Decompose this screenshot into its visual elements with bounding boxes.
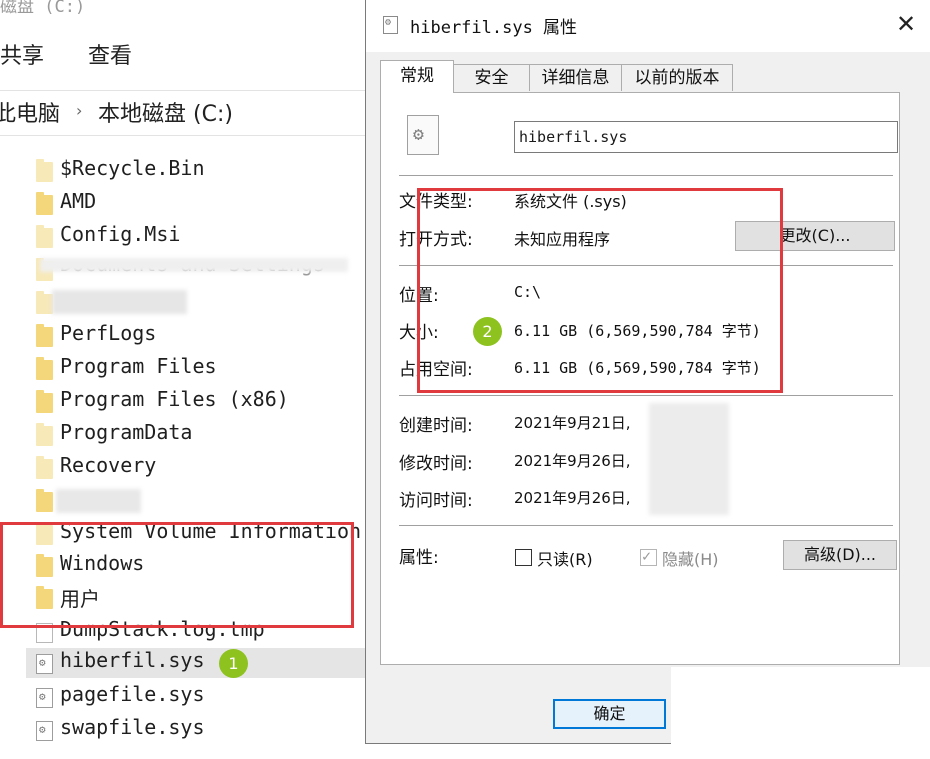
folder-icon (36, 489, 53, 512)
attributes-label: 属性: (399, 548, 439, 568)
list-item[interactable]: ProgramData (36, 420, 366, 450)
list-item[interactable]: swapfile.sys (36, 715, 366, 745)
redacted-region (649, 403, 729, 515)
redacted-region (40, 258, 348, 272)
file-explorer-window: 磁盘 (C:) 共享 查看 此电脑 › 本地磁盘 (C:) $Recycle.B… (0, 0, 366, 759)
breadcrumb-this-pc[interactable]: 此电脑 (0, 96, 60, 128)
folder-icon (36, 159, 53, 182)
highlight-box-size-info (417, 188, 783, 393)
folder-icon (36, 423, 53, 446)
folder-icon (36, 390, 53, 413)
folder-icon (36, 324, 53, 347)
tab-security[interactable]: 安全 (453, 64, 530, 91)
modified-label: 修改时间: (399, 454, 473, 474)
cropped-region (671, 667, 930, 747)
folder-icon (36, 192, 53, 215)
folder-icon (36, 456, 53, 479)
system-file-icon (383, 16, 398, 34)
tab-previous-versions[interactable]: 以前的版本 (621, 64, 733, 91)
dialog-titlebar[interactable]: hiberfil.sys 属性 ✕ (366, 0, 930, 52)
system-file-icon (36, 721, 53, 741)
list-item[interactable]: pagefile.sys (36, 682, 366, 712)
ribbon-tab-view[interactable]: 查看 (88, 38, 132, 70)
dialog-title: hiberfil.sys 属性 (410, 18, 578, 38)
readonly-checkbox[interactable] (515, 549, 532, 566)
divider (399, 175, 893, 176)
annotation-badge-1: 1 (219, 649, 248, 678)
list-item[interactable]: Program Files (36, 354, 366, 384)
system-file-icon (407, 115, 439, 155)
redacted-region (56, 489, 141, 513)
accessed-label: 访问时间: (399, 491, 473, 511)
folder-icon (36, 225, 53, 248)
highlight-box-folders (0, 522, 354, 628)
list-item[interactable]: AMD (36, 189, 366, 219)
hidden-label: 隐藏(H) (662, 550, 719, 569)
close-icon[interactable]: ✕ (896, 10, 916, 38)
readonly-label[interactable]: 只读(R) (537, 546, 593, 570)
system-file-icon (36, 688, 53, 708)
folder-icon (36, 291, 53, 314)
redacted-region (52, 290, 187, 314)
list-item[interactable]: Recovery (36, 453, 366, 483)
tab-general[interactable]: 常规 (380, 60, 454, 93)
breadcrumb-separator: › (76, 101, 83, 120)
list-item[interactable]: $Recycle.Bin (36, 156, 366, 186)
window-title-fragment: 磁盘 (C:) (0, 0, 86, 17)
created-value: 2021年9月21日, (514, 414, 631, 432)
hidden-checkbox (640, 547, 657, 566)
tab-details[interactable]: 详细信息 (529, 64, 622, 91)
file-name-field[interactable]: hiberfil.sys (514, 121, 898, 153)
accessed-value: 2021年9月26日, (514, 489, 631, 507)
list-item[interactable]: PerfLogs (36, 321, 366, 351)
divider (399, 525, 893, 526)
modified-value: 2021年9月26日, (514, 452, 631, 470)
folder-icon (36, 357, 53, 380)
ribbon-tab-share[interactable]: 共享 (0, 38, 44, 70)
list-item-selected[interactable]: hiberfil.sys (26, 648, 366, 678)
created-label: 创建时间: (399, 416, 473, 436)
list-item[interactable]: Program Files (x86) (36, 387, 366, 417)
list-item[interactable]: Config.Msi (36, 222, 366, 252)
divider (399, 395, 893, 396)
advanced-button[interactable]: 高级(D)... (783, 540, 897, 570)
breadcrumb-local-disk[interactable]: 本地磁盘 (C:) (98, 96, 233, 128)
address-bar[interactable]: 此电脑 › 本地磁盘 (C:) (0, 90, 365, 136)
annotation-badge-2: 2 (473, 317, 502, 346)
system-file-icon (36, 654, 53, 674)
ok-button[interactable]: 确定 (553, 699, 666, 729)
